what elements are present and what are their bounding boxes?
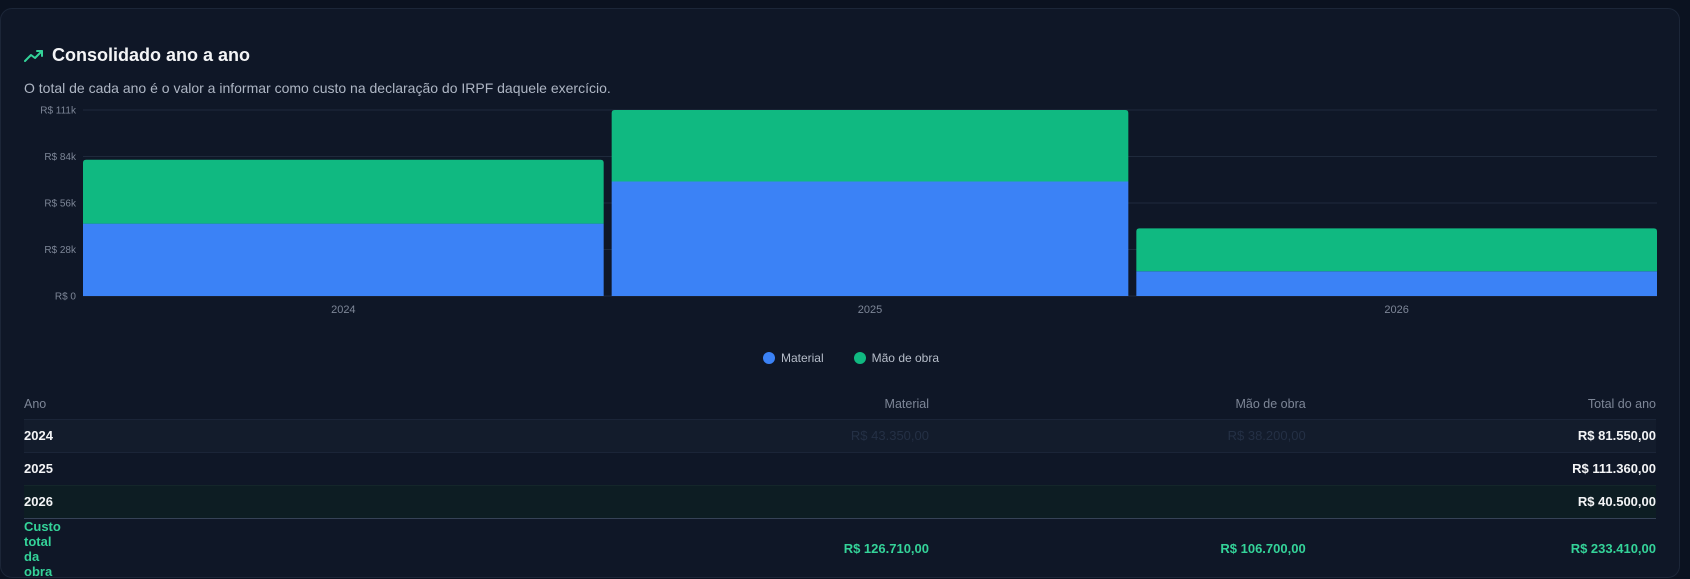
footer-material: R$ 126.710,00	[60, 517, 929, 579]
row-material	[60, 452, 929, 485]
y-tick-label: R$ 28k	[44, 245, 77, 256]
table-footer-row: Custo total da obra R$ 126.710,00 R$ 106…	[24, 517, 1656, 579]
legend-item-labor[interactable]: Mão de obra	[853, 351, 940, 365]
x-tick-label: 2026	[1384, 304, 1408, 316]
row-total: R$ 111.360,00	[1305, 452, 1656, 485]
bar-segment-material	[1136, 271, 1657, 296]
card-title: Consolidado ano a ano	[52, 45, 251, 65]
legend-item-material[interactable]: Material	[762, 351, 824, 365]
yearly-table: Ano Material Mão de obra Total do ano 20…	[24, 389, 1656, 579]
row-labor: R$ 38.200,00	[929, 418, 1306, 453]
header-total: Total do ano	[1587, 396, 1656, 411]
footer-labor: R$ 106.700,00	[929, 517, 1306, 579]
table-row[interactable]: 2025 R$ 111.360,00	[24, 452, 1656, 485]
row-total: R$ 40.500,00	[1305, 484, 1656, 518]
header-material: Material	[884, 396, 929, 411]
row-year: 2026	[24, 484, 61, 518]
table-row[interactable]: 2026 R$ 40.500,00	[24, 484, 1656, 518]
bar-segment-material	[611, 181, 1129, 296]
legend-label-material: Material	[780, 351, 824, 365]
header-year: Ano	[24, 396, 47, 411]
row-year: 2025	[24, 452, 61, 485]
footer-total: R$ 233.410,00	[1305, 517, 1656, 579]
row-material: R$ 43.350,00	[60, 418, 929, 453]
y-tick-label: R$ 84k	[44, 152, 77, 163]
yearly-summary-card: Consolidado ano a ano O total de cada an…	[0, 8, 1680, 579]
table-row[interactable]: 2024 R$ 43.350,00 R$ 38.200,00 R$ 81.550…	[24, 418, 1656, 453]
row-labor	[929, 484, 1306, 518]
chart-legend: Material Mão de obra	[1, 351, 1690, 365]
header-labor: Mão de obra	[1235, 396, 1306, 411]
bar-segment-labor	[83, 159, 604, 224]
bar-segment-labor	[611, 110, 1129, 182]
x-tick-label: 2025	[858, 304, 882, 316]
bar-segment-labor	[1136, 228, 1657, 272]
bar-segment-material	[83, 223, 604, 296]
row-year: 2024	[24, 418, 61, 453]
row-material	[60, 484, 929, 518]
card-header: Consolidado ano a ano	[24, 45, 250, 66]
card-subtitle: O total de cada ano é o valor a informar…	[24, 80, 611, 96]
table-header-row: Ano Material Mão de obra Total do ano	[24, 389, 1656, 419]
row-total: R$ 81.550,00	[1305, 418, 1656, 453]
y-tick-label: R$ 111k	[40, 106, 77, 117]
trending-up-icon	[24, 48, 44, 64]
row-labor	[929, 452, 1306, 485]
footer-label: Custo total da obra	[24, 517, 61, 579]
stacked-bar-chart: R$ 0 R$ 28k R$ 56k R$ 84k R$ 111k 2024 2025 202…	[40, 106, 1657, 316]
y-tick-label: R$ 0	[55, 292, 77, 303]
legend-label-labor: Mão de obra	[871, 351, 940, 365]
legend-swatch-labor	[853, 352, 866, 364]
x-tick-label: 2024	[331, 304, 355, 316]
y-tick-label: R$ 56k	[44, 199, 77, 210]
legend-swatch-material	[762, 352, 775, 364]
